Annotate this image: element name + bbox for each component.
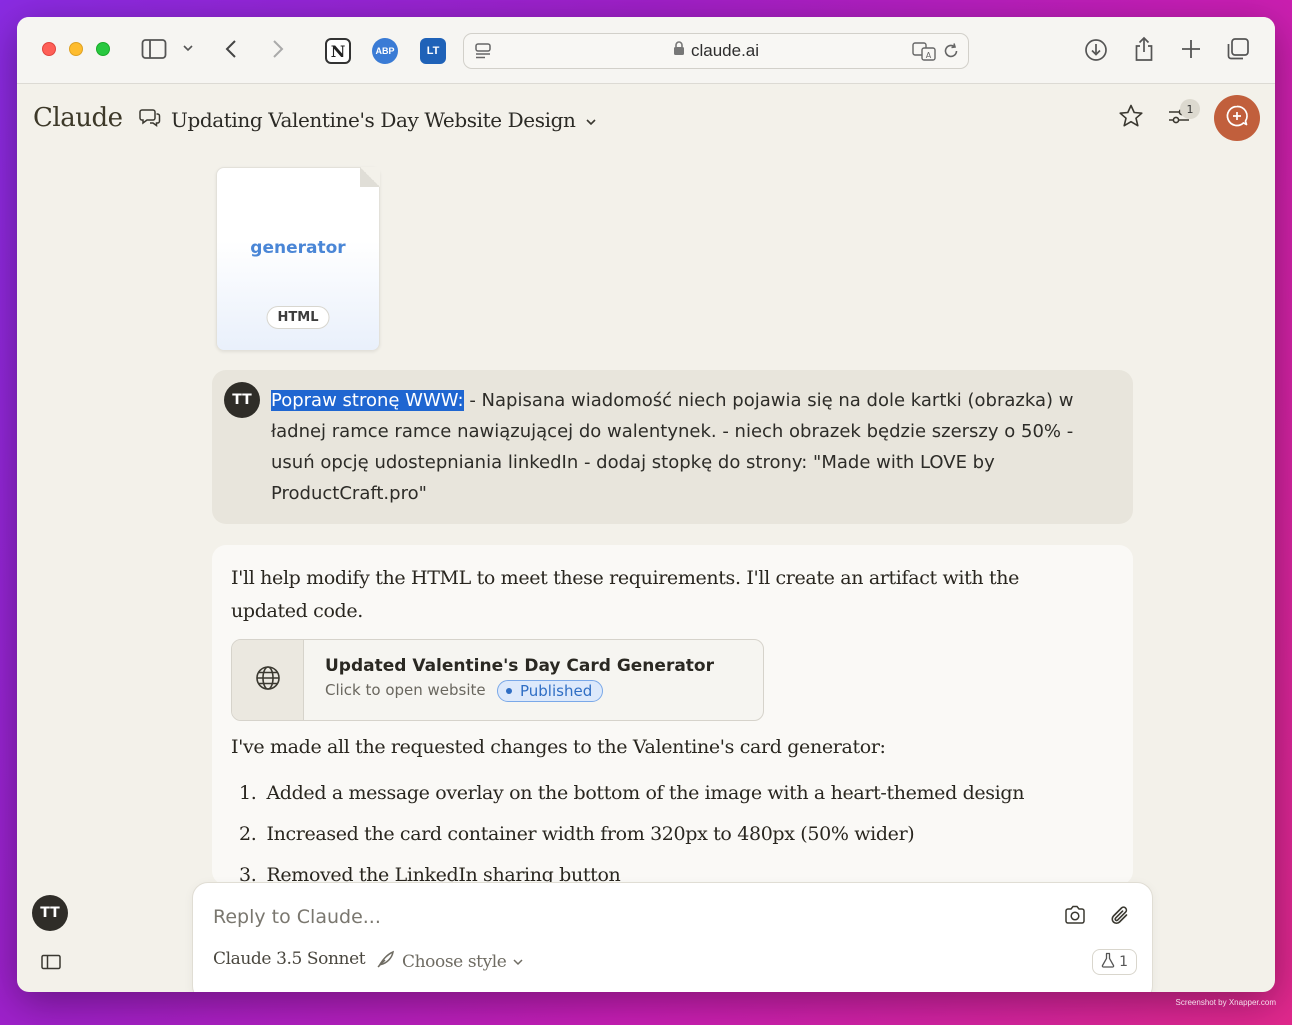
- account-avatar[interactable]: TT: [32, 895, 68, 931]
- reader-icon[interactable]: [474, 42, 492, 65]
- sidebar-panel-icon[interactable]: [41, 954, 61, 974]
- conversation-title: Updating Valentine's Day Website Design: [171, 107, 576, 132]
- file-type-badge: HTML: [266, 306, 330, 329]
- selected-text: Popraw stronę WWW:: [271, 390, 464, 411]
- svg-text:A: A: [926, 51, 932, 60]
- list-item-text: Added a message overlay on the bottom of…: [266, 782, 1025, 804]
- conversation-title-menu[interactable]: Updating Valentine's Day Website Design: [139, 107, 597, 132]
- user-avatar: TT: [224, 382, 260, 418]
- reply-input[interactable]: [213, 901, 1033, 933]
- globe-icon: [254, 664, 282, 696]
- minimize-window-button[interactable]: [69, 42, 83, 56]
- notion-extension-icon[interactable]: N: [325, 38, 351, 64]
- status-dot-icon: [506, 688, 512, 694]
- chat-bubbles-icon: [139, 107, 161, 132]
- feature-preview-chip[interactable]: 1: [1092, 949, 1137, 975]
- forward-icon[interactable]: [270, 37, 286, 61]
- chevron-down-icon: [585, 108, 597, 132]
- url-text: claude.ai: [690, 41, 760, 60]
- file-name: generator: [250, 238, 346, 258]
- flask-count: 1: [1119, 954, 1128, 970]
- user-message: TT Popraw stronę WWW: - Napisana wiadomo…: [212, 370, 1133, 524]
- browser-window: N ABP LT claude.ai A Claude Updating Val…: [17, 17, 1275, 992]
- tab-overview-icon[interactable]: [1226, 37, 1250, 61]
- artifact-card[interactable]: Updated Valentine's Day Card Generator C…: [231, 639, 764, 721]
- flask-icon: [1101, 952, 1115, 972]
- watermark: Screenshot by Xnapper.com: [1175, 998, 1276, 1007]
- artifact-title: Updated Valentine's Day Card Generator: [325, 656, 714, 676]
- camera-icon[interactable]: [1064, 905, 1086, 931]
- composer-actions: [1064, 905, 1130, 931]
- artifact-icon-box: [232, 640, 304, 720]
- header-actions: 1: [1118, 95, 1260, 141]
- model-selector[interactable]: Claude 3.5 Sonnet: [213, 949, 366, 969]
- new-chat-button[interactable]: [1214, 95, 1260, 141]
- sidebar-toggle-icon[interactable]: [141, 37, 167, 61]
- published-label: Published: [520, 682, 593, 700]
- page-fold: [360, 167, 380, 187]
- address-bar[interactable]: claude.ai A: [463, 33, 969, 69]
- assistant-intro: I'll help modify the HTML to meet these …: [231, 567, 1020, 622]
- close-window-button[interactable]: [42, 42, 56, 56]
- published-badge: Published: [497, 680, 604, 702]
- reload-icon[interactable]: [942, 42, 960, 65]
- changes-list: 1. Added a message overlay on the bottom …: [239, 777, 1024, 885]
- zoom-window-button[interactable]: [96, 42, 110, 56]
- paperclip-icon[interactable]: [1110, 905, 1130, 931]
- style-selector[interactable]: Choose style: [376, 949, 524, 974]
- star-icon[interactable]: [1118, 103, 1144, 133]
- artifact-subtitle: Click to open website: [325, 681, 486, 699]
- assistant-summary: I've made all the requested changes to t…: [231, 736, 886, 758]
- lock-icon: [673, 41, 685, 61]
- list-item: 1. Added a message overlay on the bottom …: [239, 777, 1024, 810]
- assistant-message: I'll help modify the HTML to meet these …: [212, 545, 1133, 885]
- style-label: Choose style: [402, 951, 507, 972]
- feather-pen-icon: [376, 949, 396, 974]
- download-icon[interactable]: [1084, 38, 1108, 62]
- list-item-number: 2.: [239, 823, 257, 845]
- share-icon[interactable]: [1133, 36, 1155, 62]
- adblock-extension-icon[interactable]: ABP: [372, 38, 398, 64]
- languagetool-extension-icon[interactable]: LT: [420, 38, 446, 64]
- chevron-down-icon[interactable]: [182, 43, 194, 53]
- new-tab-icon[interactable]: [1180, 38, 1202, 60]
- browser-toolbar: N ABP LT claude.ai A: [17, 17, 1275, 84]
- translate-icon[interactable]: A: [912, 41, 936, 66]
- notification-badge: 1: [1180, 99, 1200, 119]
- list-item-text: Increased the card container width from …: [266, 823, 915, 845]
- reply-composer: Claude 3.5 Sonnet Choose style 1: [192, 882, 1153, 992]
- list-item-number: 1.: [239, 782, 257, 804]
- file-attachment-card[interactable]: generator HTML: [216, 167, 380, 351]
- user-message-text: Popraw stronę WWW: - Napisana wiadomość …: [271, 385, 1083, 509]
- claude-logo[interactable]: Claude: [33, 103, 123, 133]
- list-item: 2. Increased the card container width fro…: [239, 818, 1024, 851]
- window-controls: [42, 42, 110, 56]
- chevron-down-icon: [512, 952, 524, 972]
- chat-plus-icon: [1225, 104, 1249, 132]
- settings-sliders-button[interactable]: 1: [1166, 99, 1200, 133]
- back-icon[interactable]: [223, 37, 239, 61]
- app-header: Claude Updating Valentine's Day Website …: [17, 85, 1275, 155]
